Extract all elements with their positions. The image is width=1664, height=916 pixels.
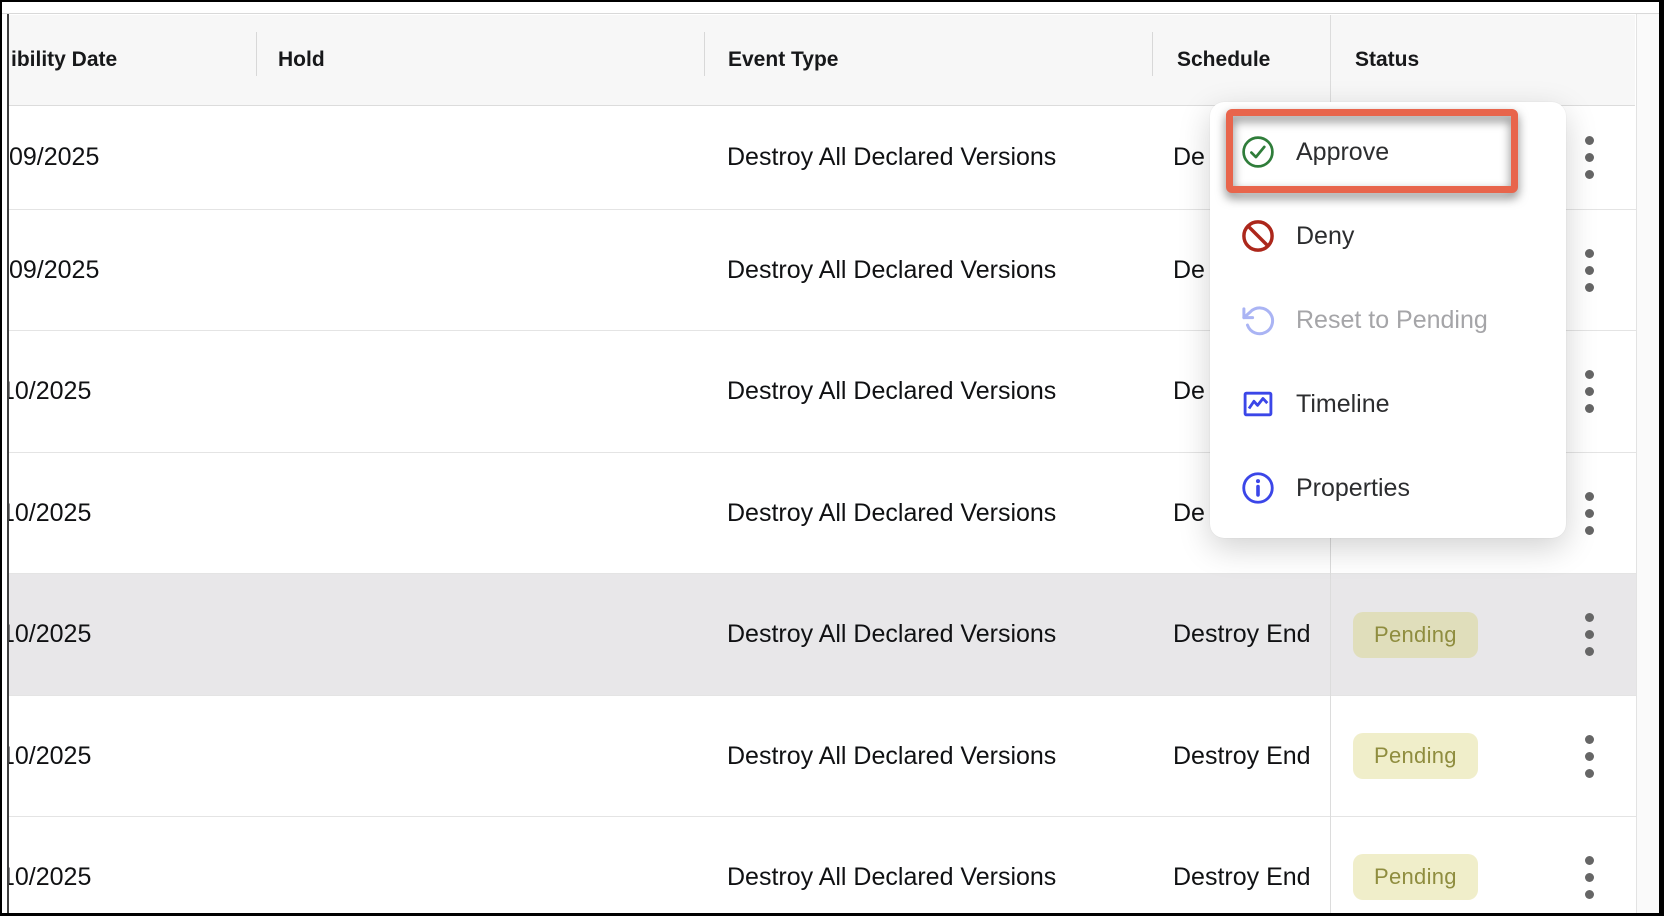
cell-schedule: Destroy End: [1173, 574, 1330, 695]
row-actions-kebab-button[interactable]: [1565, 453, 1613, 573]
cell-status: Pending: [1330, 574, 1570, 695]
cell-status: Pending: [1330, 817, 1570, 916]
status-badge: Pending: [1353, 733, 1478, 779]
cell-event-type: Destroy All Declared Versions: [727, 453, 1167, 573]
cell-event-type: Destroy All Declared Versions: [727, 331, 1167, 452]
row-actions-kebab-button[interactable]: [1565, 696, 1613, 816]
column-header-eligibility-date: ibility Date: [11, 15, 117, 105]
frame-border-top: [0, 0, 1664, 2]
column-header-hold: Hold: [278, 15, 325, 105]
column-divider: [256, 32, 257, 76]
rotate-ccw-icon: [1240, 302, 1276, 338]
cell-event-type: Destroy All Declared Versions: [727, 696, 1167, 816]
info-icon: [1240, 470, 1276, 506]
cell-eligibility-date: 10/2025: [9, 574, 244, 695]
table-top-border: [2, 13, 1659, 14]
table-row[interactable]: 10/2025 Destroy All Declared Versions De…: [9, 696, 1636, 817]
cell-hold: [278, 210, 708, 330]
left-clipped-edge: [7, 14, 9, 913]
menu-item-deny[interactable]: Deny: [1210, 194, 1566, 278]
cell-eligibility-date: 09/2025: [9, 105, 244, 209]
table-row[interactable]: 10/2025 Destroy All Declared Versions De…: [9, 574, 1636, 696]
column-header-event-type: Event Type: [728, 15, 838, 105]
column-divider: [1152, 32, 1153, 76]
cell-eligibility-date: 10/2025: [9, 696, 244, 816]
menu-item-properties[interactable]: Properties: [1210, 446, 1566, 530]
row-actions-kebab-button[interactable]: [1565, 574, 1613, 695]
column-divider: [704, 32, 705, 76]
cell-event-type: Destroy All Declared Versions: [727, 210, 1167, 330]
row-actions-kebab-button[interactable]: [1565, 817, 1613, 916]
status-badge: Pending: [1353, 854, 1478, 900]
table-header: ibility Date Hold Event Type Schedule Status: [9, 15, 1635, 106]
cell-hold: [278, 696, 708, 816]
row-actions-kebab-button[interactable]: [1565, 210, 1613, 330]
right-gutter: [1636, 14, 1660, 913]
table-row[interactable]: 10/2025 Destroy All Declared Versions De…: [9, 817, 1636, 916]
timeline-chart-icon: [1240, 386, 1276, 422]
status-badge: Pending: [1353, 612, 1478, 658]
cell-eligibility-date: 10/2025: [9, 817, 244, 916]
frame-border-right: [1659, 0, 1664, 916]
cell-schedule: Destroy End: [1173, 696, 1330, 816]
cell-hold: [278, 331, 708, 452]
block-icon: [1240, 218, 1276, 254]
row-actions-kebab-button[interactable]: [1565, 331, 1613, 452]
column-header-schedule: Schedule: [1177, 15, 1270, 105]
cell-eligibility-date: 10/2025: [9, 331, 244, 452]
cell-status: Pending: [1330, 696, 1570, 816]
check-circle-icon: [1240, 134, 1276, 170]
cell-hold: [278, 105, 708, 209]
records-table-screenshot: ibility Date Hold Event Type Schedule Status…: [0, 0, 1664, 916]
cell-eligibility-date: 09/2025: [9, 210, 244, 330]
menu-item-reset-to-pending[interactable]: Reset to Pending: [1210, 278, 1566, 362]
cell-hold: [278, 453, 708, 573]
cell-event-type: Destroy All Declared Versions: [727, 574, 1167, 695]
cell-event-type: Destroy All Declared Versions: [727, 105, 1167, 209]
cell-hold: [278, 817, 708, 916]
row-actions-kebab-button[interactable]: [1565, 105, 1613, 209]
menu-item-approve[interactable]: Approve: [1210, 110, 1566, 194]
cell-hold: [278, 574, 708, 695]
column-header-status: Status: [1355, 15, 1419, 105]
cell-schedule: Destroy End: [1173, 817, 1330, 916]
frame-border-left: [0, 0, 2, 916]
context-menu: Approve Deny Reset to Pending Timeline P…: [1210, 102, 1566, 538]
menu-item-timeline[interactable]: Timeline: [1210, 362, 1566, 446]
context-menu-items: Approve Deny Reset to Pending Timeline P…: [1210, 110, 1566, 530]
cell-eligibility-date: 10/2025: [9, 453, 244, 573]
cell-event-type: Destroy All Declared Versions: [727, 817, 1167, 916]
